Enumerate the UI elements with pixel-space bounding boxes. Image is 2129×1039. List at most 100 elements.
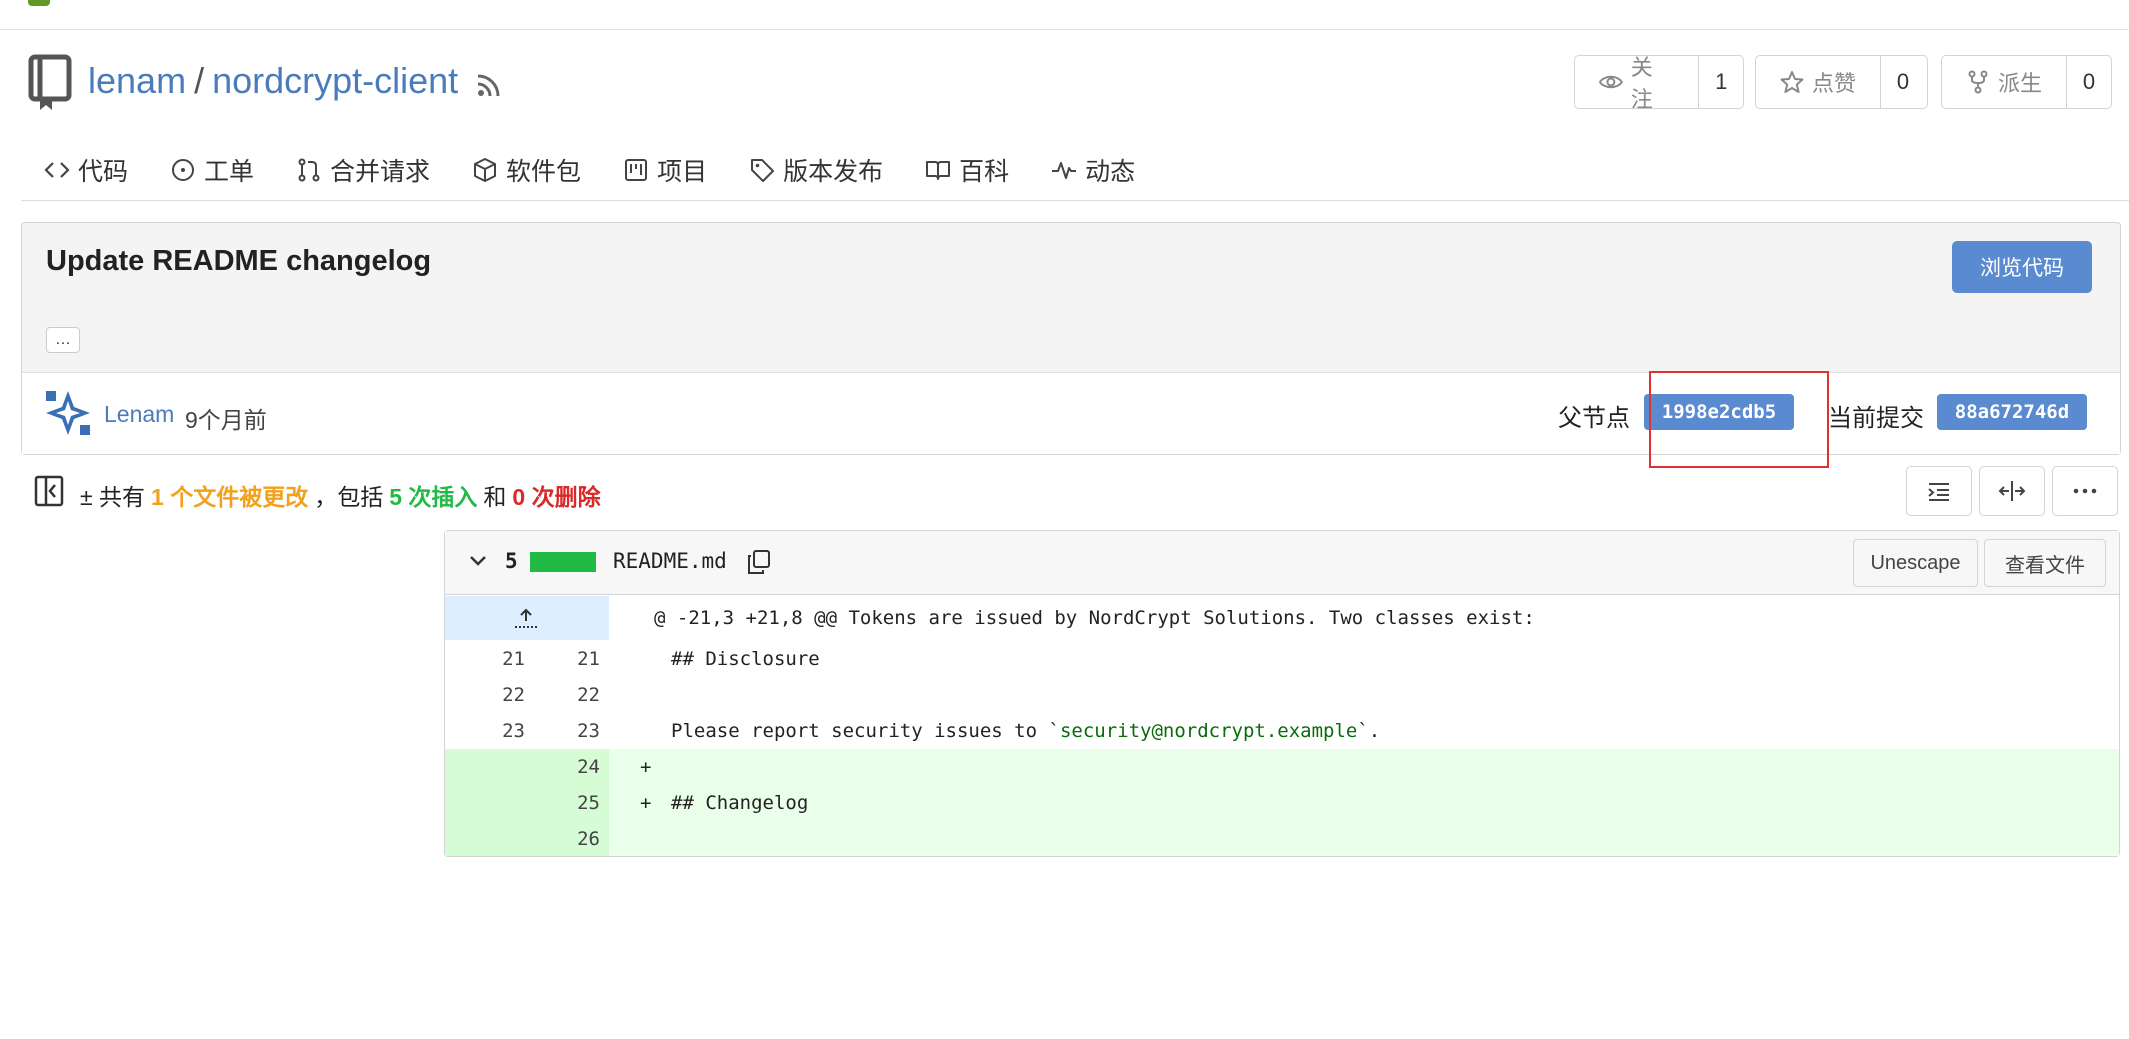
diff-line: 22 22 [445, 677, 2119, 713]
code-text: Please report security issues to ` [671, 720, 1060, 742]
pull-request-icon [298, 158, 320, 182]
new-line-number[interactable]: 23 [520, 713, 600, 749]
top-navbar [0, 0, 2129, 30]
watch-label: 关注 [1630, 55, 1653, 112]
rss-icon[interactable] [474, 70, 504, 100]
hunk-header: @ -21,3 +21,8 @@ Tokens are issued by No… [654, 607, 1535, 629]
fork-count[interactable]: 0 [2067, 69, 2111, 95]
tab-label: 软件包 [506, 158, 582, 186]
diff-summary: ± 共有 1 个文件被更改 ，包括 5 次插入 和 0 次删除 [80, 478, 601, 512]
tab-releases[interactable]: 版本发布 [749, 150, 883, 190]
star-button[interactable]: 点赞 0 [1755, 55, 1928, 109]
tab-projects[interactable]: 项目 [623, 150, 707, 190]
eye-icon [1599, 75, 1623, 89]
site-logo[interactable] [28, 0, 50, 6]
additions-count: 5 次插入 [389, 484, 478, 510]
split-view-button[interactable] [1979, 466, 2045, 516]
tab-label: 版本发布 [783, 158, 884, 186]
current-commit-label: 当前提交 [1828, 405, 1924, 432]
old-line-number[interactable]: 23 [445, 713, 525, 749]
summary-and: 和 [483, 484, 507, 510]
author-avatar[interactable] [44, 389, 92, 437]
unified-view-button[interactable] [1906, 466, 1972, 516]
code-line: ## Changelog [671, 792, 809, 814]
tab-issues[interactable]: 工单 [170, 150, 254, 190]
view-file-button[interactable]: 查看文件 [1984, 539, 2106, 587]
tab-label: 项目 [657, 158, 708, 186]
repo-name-link[interactable]: nordcrypt-client [212, 60, 458, 102]
deletions-count: 0 次删除 [512, 484, 601, 510]
chevron-down-icon[interactable] [466, 549, 490, 573]
new-line-number[interactable]: 22 [520, 677, 600, 713]
tab-label: 动态 [1085, 158, 1136, 186]
commit-time: 9个月前 [185, 407, 267, 433]
code-line: Please report security issues to `securi… [671, 713, 1380, 749]
unescape-button[interactable]: Unescape [1853, 539, 1978, 587]
parent-label: 父节点 [1558, 405, 1630, 432]
star-label: 点赞 [1812, 71, 1857, 96]
fork-icon [1968, 70, 1988, 94]
repo-tabs: 代码 工单 合并请求 软件包 项目 版本发布 百科 动态 [44, 150, 1135, 190]
diff-line-added: 26 [445, 821, 2119, 856]
expand-up-icon[interactable] [512, 604, 540, 632]
browse-code-button[interactable]: 浏览代码 [1952, 241, 2092, 293]
repo-title: lenam / nordcrypt-client [88, 60, 458, 102]
code-text: `. [1357, 720, 1381, 742]
star-icon [1780, 71, 1804, 93]
file-name: README.md [613, 549, 727, 573]
tab-code[interactable]: 代码 [44, 150, 128, 190]
diff-line: 23 23 Please report security issues to `… [445, 713, 2119, 749]
expand-message-button[interactable]: … [46, 327, 80, 353]
added-sign: + [640, 792, 652, 814]
current-sha-button[interactable]: 88a672746d [1937, 394, 2087, 430]
summary-comma: ，包括 [314, 484, 384, 510]
author-link[interactable]: Lenam [104, 401, 174, 428]
project-icon [625, 159, 648, 181]
new-line-number[interactable]: 24 [520, 749, 600, 785]
tab-wiki[interactable]: 百科 [925, 150, 1009, 190]
old-line-number[interactable]: 21 [445, 641, 525, 677]
file-tree-toggle-icon[interactable] [34, 475, 64, 507]
split-arrows-icon [1998, 481, 2026, 501]
tab-label: 百科 [959, 158, 1010, 186]
new-line-number[interactable]: 26 [520, 821, 600, 857]
diff-line: 21 21 ## Disclosure [445, 641, 2119, 677]
repo-separator: / [194, 60, 205, 101]
tab-label: 工单 [204, 158, 255, 186]
package-icon [474, 158, 497, 182]
tab-label: 合并请求 [330, 158, 431, 186]
tabs-divider [21, 200, 2129, 201]
repo-owner-link[interactable]: lenam [88, 60, 186, 102]
repo-icon [28, 54, 72, 110]
star-count[interactable]: 0 [1881, 69, 1925, 95]
tab-packages[interactable]: 软件包 [472, 150, 581, 190]
commit-title: Update README changelog [46, 245, 432, 277]
copy-icon[interactable] [746, 549, 772, 575]
watch-button[interactable]: 关注 1 [1574, 55, 1744, 112]
tab-activity[interactable]: 动态 [1051, 150, 1135, 190]
old-line-number[interactable]: 22 [445, 677, 525, 713]
issue-icon [172, 159, 195, 181]
tab-label: 代码 [78, 158, 129, 186]
tab-pull-requests[interactable]: 合并请求 [296, 150, 430, 190]
new-line-number[interactable]: 25 [520, 785, 600, 821]
kebab-horizontal-icon [2073, 488, 2097, 494]
fork-label: 派生 [1998, 71, 2043, 96]
diff-line-added: 24 + [445, 749, 2119, 785]
code-string: security@nordcrypt.example [1059, 720, 1358, 742]
code-icon [44, 162, 70, 178]
book-icon [926, 161, 951, 180]
new-line-number[interactable]: 21 [520, 641, 600, 677]
file-change-count: 5 [505, 549, 518, 573]
diff-stat-bar [530, 552, 596, 572]
summary-prefix: ± 共有 [80, 484, 146, 510]
more-options-button[interactable] [2052, 466, 2118, 516]
watch-count[interactable]: 1 [1699, 69, 1743, 95]
indent-list-icon [1928, 483, 1949, 501]
tag-icon [751, 159, 775, 182]
fork-button[interactable]: 派生 0 [1941, 55, 2112, 109]
highlight-box [1649, 371, 1829, 468]
code-line: ## Disclosure [671, 648, 820, 670]
added-sign: + [640, 756, 652, 778]
pulse-icon [1052, 162, 1077, 179]
